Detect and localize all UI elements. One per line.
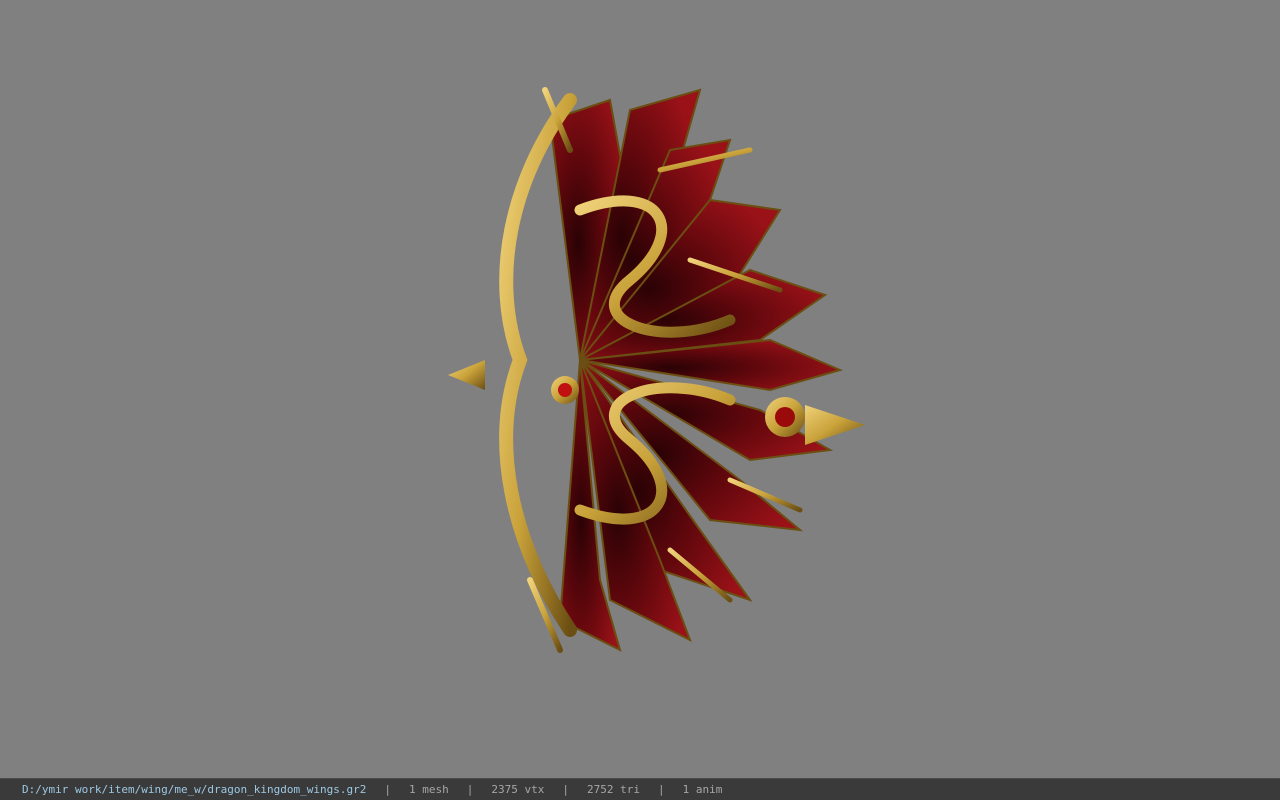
status-bar: D:/ymir work/item/wing/me_w/dragon_kingd… — [0, 778, 1280, 800]
status-separator: | — [562, 783, 569, 796]
status-separator: | — [384, 783, 391, 796]
file-path: D:/ymir work/item/wing/me_w/dragon_kingd… — [22, 783, 367, 796]
model-viewport[interactable] — [0, 0, 1280, 778]
mesh-count: 1 mesh — [409, 783, 449, 796]
status-separator: | — [466, 783, 474, 796]
feather-blades — [548, 88, 843, 652]
dragon-wings-model-icon[interactable] — [430, 60, 880, 660]
triangle-count: 2752 tri — [586, 783, 640, 796]
status-separator: | — [657, 783, 665, 796]
animation-count: 1 anim — [682, 783, 723, 796]
vertex-count: 2375 vtx — [491, 783, 545, 796]
